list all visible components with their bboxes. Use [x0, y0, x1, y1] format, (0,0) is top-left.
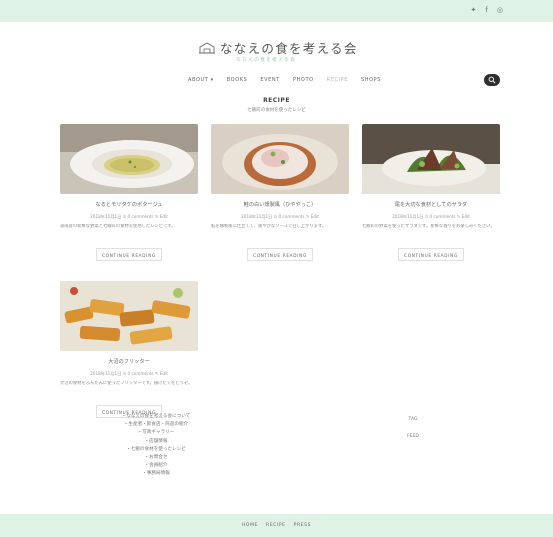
recipe-meta: 2018年11月1日 ⊙ 0 comments ✎ Edit: [90, 214, 168, 219]
search-button[interactable]: [484, 74, 500, 86]
site-logo[interactable]: ななえの食を考える会: [198, 38, 373, 57]
facebook-icon[interactable]: f: [485, 6, 487, 14]
recipe-card: 尾を大切な食材としてのサラダ 2018年11月1日 ⊙ 0 comments ✎…: [362, 124, 500, 261]
recipe-title[interactable]: 鮭の白い燻製風（ひややっこ）: [211, 201, 349, 208]
nav-item-photo[interactable]: PHOTO: [293, 77, 314, 83]
recipe-excerpt: 鮭を燻製風に仕立てて、爽やかなソースで召し上がります。: [211, 224, 327, 229]
footer-nav-recipe[interactable]: RECIPE: [266, 523, 286, 528]
section-title: RECIPE: [263, 97, 290, 104]
recipe-meta: 2018年11月1日 ⊙ 0 comments ✎ Edit: [90, 371, 168, 376]
footer-link[interactable]: ・ななえの食を考える会について: [96, 413, 216, 421]
footer-bar: HOME RECIPE PRESS: [0, 514, 553, 537]
top-bar: ✦ f ◎: [0, 0, 553, 22]
recipe-card: なるとモリタケのポタージュ 2018年11月1日 ⊙ 0 comments ✎ …: [60, 124, 198, 261]
site-title: ななえの食を考える会: [220, 41, 358, 56]
feed-link[interactable]: FEED: [403, 434, 423, 439]
recipe-excerpt: 道南産の新鮮な野菜と七飯町の食材を使用したレシピです。: [60, 224, 176, 229]
recipe-title[interactable]: 尾を大切な食材としてのサラダ: [362, 201, 500, 208]
social-links: ✦ f ◎: [471, 6, 503, 14]
recipe-image[interactable]: [362, 124, 500, 194]
footer-link[interactable]: ・お問合せ: [96, 454, 216, 462]
continue-reading-button[interactable]: CONTINUE READING: [398, 248, 464, 261]
footer-link-list: ・ななえの食を考える会について ・生産者・飲食店・商品の紹介 ・写真ギャラリー …: [96, 413, 216, 479]
recipe-image[interactable]: [60, 281, 198, 351]
recipe-meta: 2018年11月1日 ⊙ 0 comments ✎ Edit: [241, 214, 319, 219]
recipe-title[interactable]: 大沼のフリッター: [60, 358, 198, 365]
footer-nav-press[interactable]: PRESS: [294, 523, 311, 528]
search-icon: [488, 76, 496, 84]
twitter-icon[interactable]: ✦: [471, 6, 477, 14]
recipe-title[interactable]: なるとモリタケのポタージュ: [60, 201, 198, 208]
continue-reading-button[interactable]: CONTINUE READING: [247, 248, 313, 261]
recipe-image[interactable]: [60, 124, 198, 194]
instagram-icon[interactable]: ◎: [497, 6, 503, 14]
nav-item-shops[interactable]: SHOPS: [361, 77, 381, 83]
footer-link[interactable]: ・生産者・飲食店・商品の紹介: [96, 421, 216, 429]
footer-link[interactable]: ・会員紹介: [96, 462, 216, 470]
site-subtitle: ななえの食を考える会: [236, 57, 296, 63]
section-subtitle: 七飯町の食材を使ったレシピ: [247, 108, 306, 113]
footer-link[interactable]: ・店舗情報: [96, 438, 216, 446]
nav-item-recipe[interactable]: RECIPE: [327, 77, 348, 83]
nav-item-event[interactable]: EVENT: [260, 77, 280, 83]
logo-mark-icon: [199, 41, 215, 53]
nav-item-books[interactable]: BOOKS: [227, 77, 248, 83]
recipe-excerpt: 七飯町の野菜を使ったサラダです。新鮮な香りをお楽しみください。: [362, 224, 495, 229]
tag-link[interactable]: TAG: [403, 417, 423, 422]
recipe-card: 大沼のフリッター 2018年11月1日 ⊙ 0 comments ✎ Edit …: [60, 281, 198, 418]
recipe-excerpt: 大沼の食材をふんだんに使ったフリッターです。揚げたてをどうぞ。: [60, 381, 193, 386]
footer-link[interactable]: ・七飯の食材を使ったレシピ: [96, 446, 216, 454]
main-nav: ABOUT ▾ BOOKS EVENT PHOTO RECIPE SHOPS: [188, 77, 381, 83]
recipe-image[interactable]: [211, 124, 349, 194]
recipe-meta: 2018年11月1日 ⊙ 0 comments ✎ Edit: [392, 214, 470, 219]
continue-reading-button[interactable]: CONTINUE READING: [96, 248, 162, 261]
footer-link[interactable]: ・事務局情報: [96, 470, 216, 478]
footer-nav-home[interactable]: HOME: [242, 523, 258, 528]
footer-link[interactable]: ・写真ギャラリー: [96, 429, 216, 437]
tag-widget: TAG FEED: [403, 417, 423, 451]
nav-item-about[interactable]: ABOUT ▾: [188, 77, 214, 83]
recipe-card: 鮭の白い燻製風（ひややっこ） 2018年11月1日 ⊙ 0 comments ✎…: [211, 124, 349, 261]
